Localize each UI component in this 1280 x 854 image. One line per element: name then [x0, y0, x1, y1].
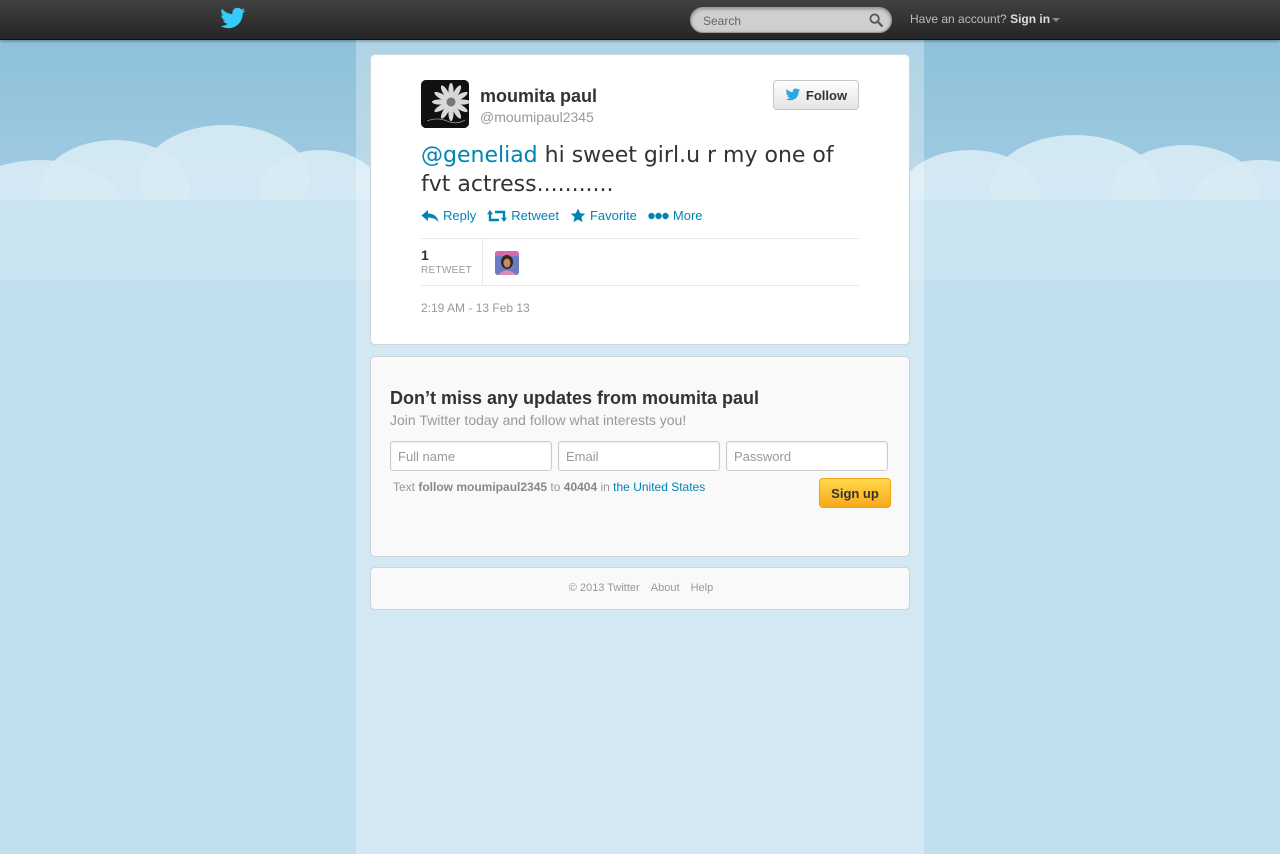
password-field[interactable]: [726, 441, 888, 471]
tweet-actions: Reply Retweet Favorite More: [421, 208, 703, 223]
more-label: More: [672, 208, 703, 223]
email-field[interactable]: [558, 441, 720, 471]
retweet-action[interactable]: Retweet: [487, 208, 559, 223]
star-icon: [570, 208, 586, 223]
tweet-author-name[interactable]: moumita paul: [480, 86, 597, 107]
tweet-card: moumita paul @moumipaul2345 Follow @gene…: [370, 54, 910, 345]
footer-about-link[interactable]: About: [651, 582, 680, 594]
sms-number: 40404: [563, 480, 598, 494]
follow-button-label: Follow: [805, 87, 848, 103]
retweet-stat[interactable]: 1 RETWEET: [421, 239, 483, 285]
top-navigation-bar: Have an account? Sign in: [0, 0, 1280, 40]
avatar[interactable]: [421, 80, 469, 128]
search-box: [690, 7, 892, 33]
signin-link[interactable]: Sign in: [1010, 12, 1050, 26]
signup-title: Don’t miss any updates from moumita paul: [390, 388, 760, 408]
tweet-author-username[interactable]: @moumipaul2345: [480, 109, 594, 125]
sms-in: in: [600, 480, 610, 494]
full-name-field[interactable]: [390, 441, 552, 471]
reply-arrow-icon: [421, 209, 439, 222]
person-avatar-icon: [495, 251, 519, 275]
tweet-stats: 1 RETWEET: [421, 238, 859, 286]
retweet-icon: [487, 209, 508, 222]
follow-button[interactable]: Follow: [773, 80, 859, 110]
footer-card: © 2013 Twitter About Help: [370, 567, 910, 610]
sms-follow-instructions: Text follow moumipaul2345 to 40404 in th…: [393, 480, 705, 494]
footer-copyright: © 2013 Twitter: [568, 582, 640, 594]
reply-label: Reply: [443, 208, 477, 223]
retweeter-avatar[interactable]: [495, 251, 519, 275]
sms-country-link[interactable]: the United States: [613, 480, 705, 494]
search-input[interactable]: [703, 12, 863, 29]
signup-button[interactable]: Sign up: [819, 478, 891, 508]
signin-prompt: Have an account?: [910, 12, 1007, 26]
signup-card: Don’t miss any updates from moumita paul…: [370, 356, 910, 557]
sms-to: to: [550, 480, 561, 494]
more-action[interactable]: More: [648, 208, 703, 223]
twitter-bird-logo-icon[interactable]: [220, 7, 246, 31]
tweet-timestamp[interactable]: 2:19 AM - 13 Feb 13: [421, 301, 530, 315]
mention-link[interactable]: @geneliad: [421, 143, 538, 168]
footer-help-link[interactable]: Help: [691, 582, 714, 594]
daisy-avatar-icon: [421, 80, 469, 128]
favorite-label: Favorite: [589, 208, 637, 223]
footer-links: © 2013 Twitter About Help: [371, 582, 911, 594]
reply-action[interactable]: Reply: [421, 208, 476, 223]
favorite-action[interactable]: Favorite: [570, 208, 637, 223]
retweet-count: 1: [421, 247, 429, 263]
search-icon[interactable]: [869, 13, 883, 27]
retweet-count-label: RETWEET: [421, 265, 472, 276]
signin-area: Have an account? Sign in: [910, 12, 1061, 26]
chevron-down-icon[interactable]: [1052, 17, 1061, 22]
retweet-label: Retweet: [511, 208, 559, 223]
twitter-bird-icon: [785, 88, 801, 101]
sms-prefix: Text: [393, 480, 416, 494]
more-dots-icon: [648, 212, 669, 219]
signup-subtitle: Join Twitter today and follow what inter…: [390, 412, 687, 428]
tweet-text: @geneliad hi sweet girl.u r my one of fv…: [421, 141, 861, 199]
sms-command: follow moumipaul2345: [418, 480, 548, 494]
